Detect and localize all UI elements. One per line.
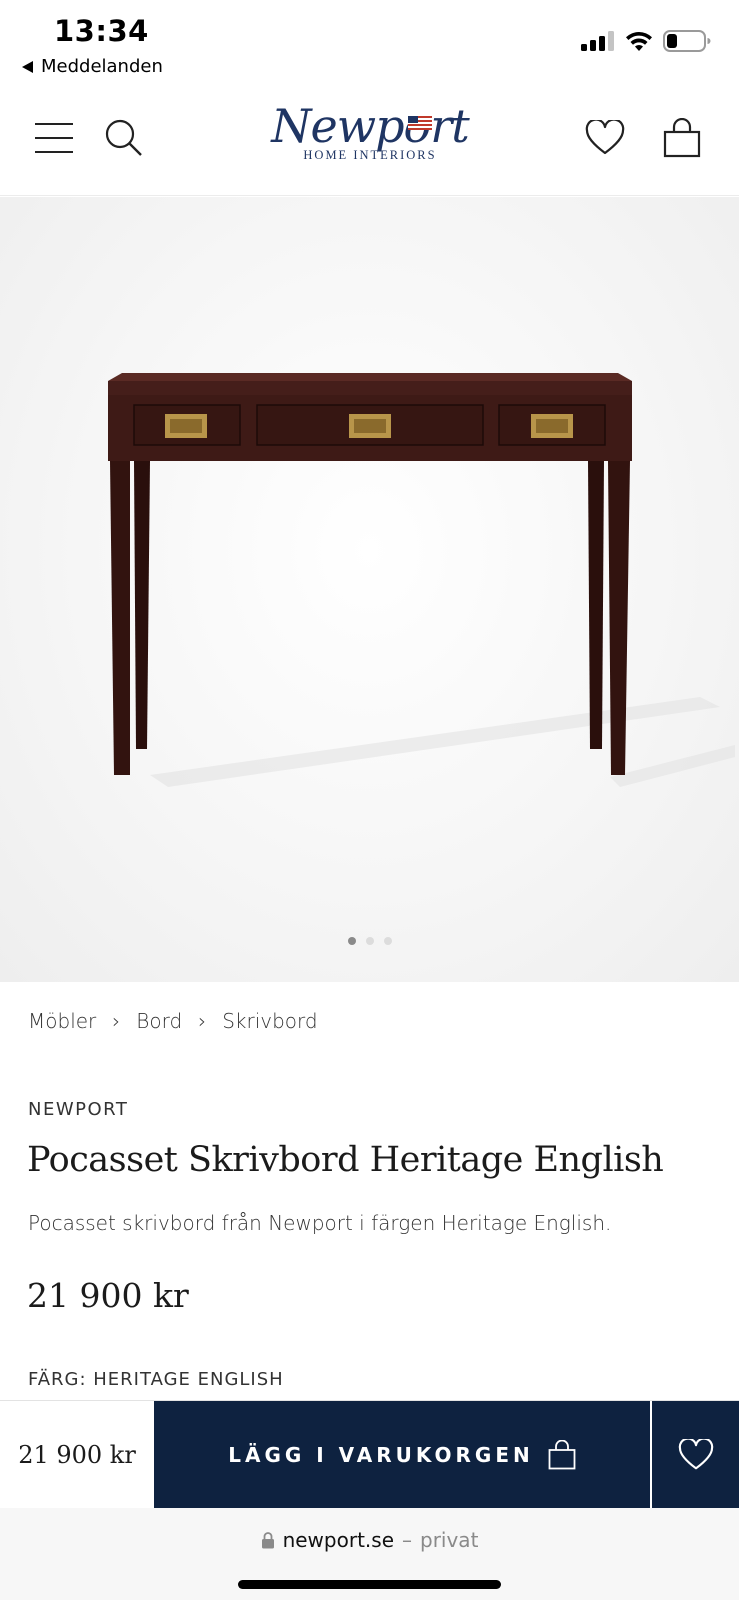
heart-icon xyxy=(585,120,625,155)
product-brand[interactable]: NEWPORT xyxy=(28,1099,128,1120)
product-image-gallery[interactable] xyxy=(0,197,739,982)
add-to-cart-label: LÄGG I VARUKORGEN xyxy=(228,1442,534,1467)
lock-icon xyxy=(261,1532,274,1549)
status-time: 13:34 xyxy=(54,14,149,48)
breadcrumb: Möbler › Bord › Skrivbord xyxy=(28,1009,318,1033)
breadcrumb-item-skrivbord[interactable]: Skrivbord xyxy=(222,1009,317,1033)
back-arrow-icon xyxy=(22,60,33,73)
url-mode-separator: – xyxy=(402,1528,412,1552)
back-to-app-link[interactable]: Meddelanden xyxy=(22,56,163,77)
url-domain: newport.se xyxy=(282,1528,394,1552)
cart-button[interactable] xyxy=(658,114,706,162)
wishlist-button[interactable] xyxy=(581,114,629,162)
search-icon xyxy=(105,119,142,156)
search-button[interactable] xyxy=(100,114,148,162)
browser-url-bar[interactable]: newport.se – privat xyxy=(0,1508,739,1600)
logo-wordmark: Newport xyxy=(271,99,469,153)
site-header: Newport HOME INTERIORS xyxy=(0,88,739,196)
breadcrumb-item-bord[interactable]: Bord xyxy=(136,1009,182,1033)
brass-handle xyxy=(165,414,207,438)
private-mode-label: privat xyxy=(420,1528,479,1552)
status-bar: 13:34 Meddelanden xyxy=(0,0,739,88)
gallery-dot-2[interactable] xyxy=(365,937,374,945)
newport-logo[interactable]: Newport HOME INTERIORS xyxy=(245,98,495,180)
cellular-signal-icon xyxy=(581,31,614,51)
us-flag-icon xyxy=(408,116,432,130)
gallery-pagination xyxy=(0,937,739,945)
url-display[interactable]: newport.se – privat xyxy=(0,1528,739,1552)
product-title: Pocasset Skrivbord Heritage English xyxy=(27,1140,664,1180)
product-image-desk xyxy=(108,373,735,787)
gallery-dot-3[interactable] xyxy=(383,937,392,945)
breadcrumb-item-mobler[interactable]: Möbler xyxy=(28,1009,96,1033)
breadcrumb-separator: › xyxy=(112,1009,121,1033)
sticky-buy-bar: 21 900 kr LÄGG I VARUKORGEN xyxy=(0,1400,739,1508)
brass-handle xyxy=(349,414,391,438)
battery-icon xyxy=(663,30,711,52)
product-description: Pocasset skrivbord från Newport i färgen… xyxy=(28,1211,612,1235)
add-to-wishlist-button[interactable] xyxy=(652,1401,739,1508)
menu-button[interactable] xyxy=(30,114,78,162)
gallery-dot-1[interactable] xyxy=(347,937,356,945)
shopping-bag-icon xyxy=(548,1439,576,1469)
back-app-label: Meddelanden xyxy=(41,56,163,77)
home-indicator[interactable] xyxy=(238,1580,501,1589)
wifi-icon xyxy=(626,31,652,51)
shopping-bag-icon xyxy=(663,118,701,158)
product-color-label: FÄRG: HERITAGE ENGLISH xyxy=(28,1369,284,1390)
brass-handle xyxy=(531,414,573,438)
product-price: 21 900 kr xyxy=(27,1276,189,1315)
heart-icon xyxy=(678,1438,713,1469)
status-icons xyxy=(581,30,711,52)
add-to-cart-button[interactable]: LÄGG I VARUKORGEN xyxy=(154,1401,652,1508)
buy-bar-price: 21 900 kr xyxy=(0,1401,154,1508)
breadcrumb-separator: › xyxy=(198,1009,207,1033)
menu-icon xyxy=(35,123,73,153)
